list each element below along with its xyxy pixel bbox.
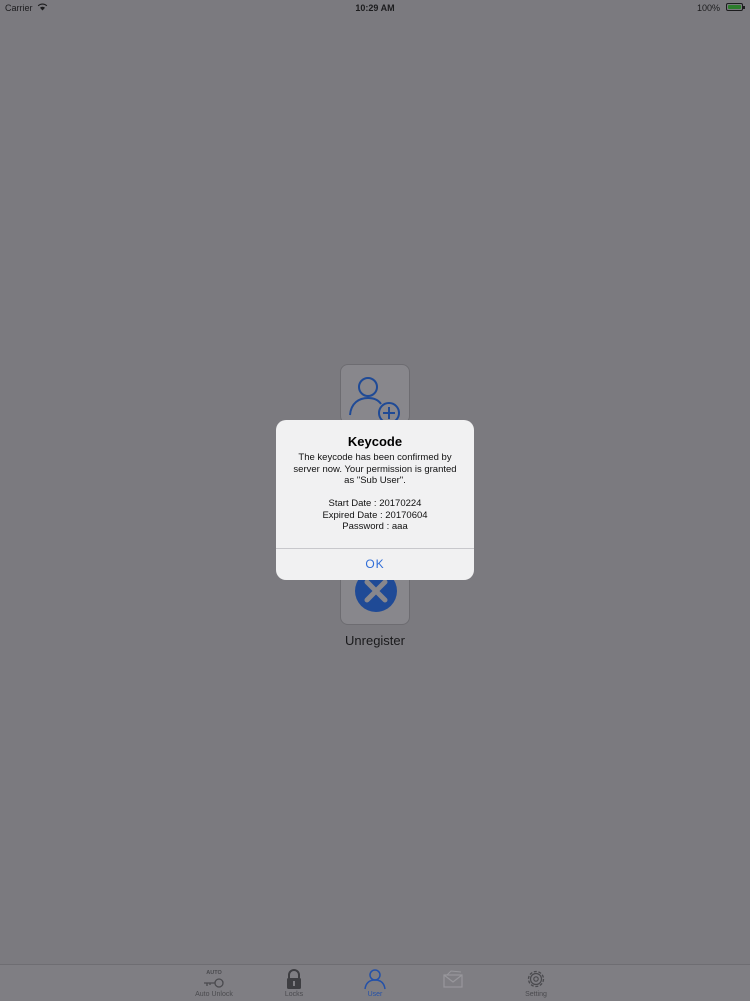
status-bar: Carrier 10:29 AM 100% bbox=[0, 0, 750, 16]
tab-locks[interactable]: Locks bbox=[259, 965, 329, 1001]
battery-percent: 100% bbox=[696, 3, 720, 13]
lock-icon bbox=[287, 969, 301, 989]
auto-key-icon: AUTO bbox=[204, 970, 224, 988]
gear-icon bbox=[527, 970, 545, 988]
tab-mail[interactable] bbox=[418, 965, 488, 1001]
add-user-icon bbox=[349, 377, 400, 424]
add-user-button[interactable] bbox=[340, 364, 410, 424]
start-date: Start Date : 20170224 bbox=[328, 498, 422, 509]
status-time: 10:29 AM bbox=[355, 3, 395, 13]
tab-bar: AUTO Auto Unlock Locks User Setting bbox=[0, 964, 750, 1001]
expired-date: Expired Date : 20170604 bbox=[322, 509, 428, 521]
alert-details: Start Date : 20170224 Expired Date : 201… bbox=[276, 498, 474, 533]
ok-button[interactable]: OK bbox=[276, 549, 474, 580]
tab-user[interactable]: User bbox=[340, 965, 410, 1001]
user-icon bbox=[364, 969, 386, 990]
password-value: Password : aaa bbox=[342, 521, 408, 532]
tab-label: Auto Unlock bbox=[195, 991, 233, 998]
alert-message: The keycode has been confirmed by server… bbox=[293, 452, 457, 486]
tab-label: User bbox=[367, 991, 383, 998]
tab-setting[interactable]: Setting bbox=[501, 965, 571, 1001]
keycode-alert: Keycode The keycode has been confirmed b… bbox=[276, 420, 474, 580]
alert-title: Keycode bbox=[347, 434, 403, 449]
battery-icon bbox=[726, 3, 745, 11]
tab-label: Setting bbox=[525, 991, 547, 998]
tab-auto-unlock[interactable]: AUTO Auto Unlock bbox=[179, 965, 249, 1001]
tab-label: Locks bbox=[284, 991, 304, 998]
auto-badge: AUTO bbox=[206, 970, 222, 976]
mail-icon bbox=[443, 970, 463, 988]
unregister-label: Unregister bbox=[345, 633, 405, 648]
